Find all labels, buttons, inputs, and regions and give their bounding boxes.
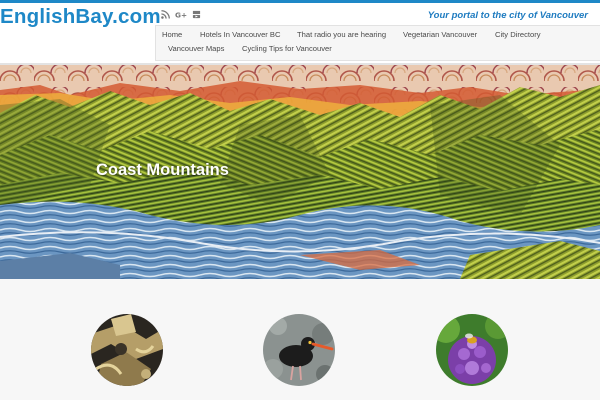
rss-icon[interactable] (161, 10, 170, 19)
features-section (0, 279, 600, 400)
nav-item-radio[interactable]: That radio you are hearing (297, 30, 386, 40)
purple-allium-flower-with-bee-thumbnail (436, 314, 508, 386)
oystercatcher-bird-thumbnail (263, 314, 335, 386)
youtube-icon[interactable] (192, 10, 201, 19)
nav-item-maps[interactable]: Vancouver Maps (168, 44, 224, 54)
google-plus-icon[interactable]: G+ (175, 10, 187, 20)
nav-item-cycling[interactable]: Cycling Tips for Vancouver (242, 44, 332, 54)
nav-item-hotels[interactable]: Hotels In Vancouver BC (200, 30, 280, 40)
hero-slider: Coast Mountains (0, 65, 600, 279)
feature-image-3[interactable] (436, 314, 508, 386)
nav-item-vegetarian[interactable]: Vegetarian Vancouver (403, 30, 477, 40)
feature-image-1[interactable] (91, 314, 163, 386)
coast-mountains-painting (0, 65, 600, 279)
metal-sculpture-thumbnail (91, 314, 163, 386)
nav-item-home[interactable]: Home (162, 30, 182, 40)
hero-title: Coast Mountains (96, 161, 229, 179)
feature-image-2[interactable] (263, 314, 335, 386)
top-accent-bar (0, 0, 600, 3)
site-logo[interactable]: EnglishBay.com (0, 5, 161, 29)
nav-item-city-directory[interactable]: City Directory (495, 30, 541, 40)
site-tagline: Your portal to the city of Vancouver (427, 10, 588, 21)
svg-text:G+: G+ (175, 11, 187, 20)
social-links: G+ (161, 10, 201, 19)
